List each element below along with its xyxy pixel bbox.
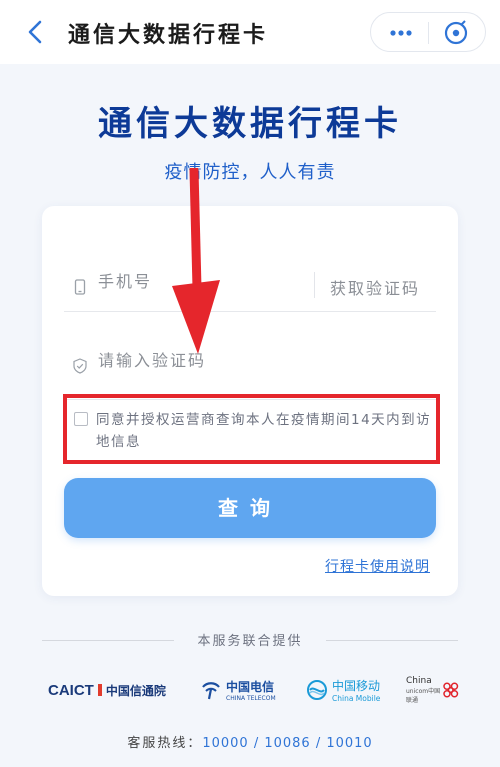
shield-check-icon [73, 358, 87, 374]
more-button[interactable] [379, 17, 423, 49]
query-button[interactable]: 查询 [64, 478, 436, 538]
china-mobile-logo: 中国移动 China Mobile [306, 670, 380, 710]
provider-logos: CAICT 中国信通院 中国电信 CHINA TELECOM 中国移动 Chin… [40, 670, 460, 710]
telecom-en: CHINA TELECOM [226, 695, 276, 702]
unicom-name: China [406, 676, 432, 686]
page-subtitle: 疫情防控，人人有责 [164, 162, 336, 183]
help-link[interactable]: 行程卡使用说明 [325, 556, 430, 576]
provider-section: 本服务联合提供 [42, 630, 458, 650]
annotation-highlight-box [63, 394, 440, 464]
caict-accent [97, 684, 102, 696]
phone-icon [74, 279, 86, 295]
caict-abbr: CAICT [48, 681, 94, 699]
china-telecom-logo: 中国电信 CHINA TELECOM [200, 670, 276, 710]
page-title: 通信大数据行程卡 [98, 104, 402, 144]
close-mini-program-button[interactable] [434, 17, 478, 49]
get-code-button[interactable]: 获取验证码 [330, 275, 420, 299]
unicom-en: unicom中国联通 [406, 688, 441, 704]
china-unicom-logo: China unicom中国联通 [404, 670, 460, 710]
mini-program-capsule [370, 12, 486, 52]
hotline-label: 客服热线： [127, 736, 203, 751]
unicom-knot-icon [442, 682, 458, 698]
phone-field: 获取验证码 [64, 224, 436, 312]
field-separator [314, 272, 315, 298]
hotline-numbers[interactable]: 10000 / 10086 / 10010 [202, 736, 372, 751]
hotline: 客服热线：10000 / 10086 / 10010 [0, 732, 500, 751]
code-field [64, 312, 436, 400]
close-target-icon [444, 20, 468, 45]
annotation-arrow [172, 168, 220, 354]
caict-logo: CAICT 中国信通院 [48, 670, 166, 710]
provider-divider-right [326, 640, 458, 641]
navbar: 通信大数据行程卡 [0, 0, 500, 64]
chevron-left-icon [28, 20, 42, 44]
caict-name: 中国信通院 [105, 683, 166, 698]
more-dots-icon [390, 30, 412, 36]
mobile-name: 中国移动 [332, 679, 381, 693]
mobile-swirl-icon [307, 680, 327, 700]
back-button[interactable] [22, 18, 50, 46]
mobile-en: China Mobile [332, 694, 381, 703]
capsule-divider [428, 22, 429, 44]
telecom-name: 中国电信 [226, 680, 275, 694]
nav-title: 通信大数据行程卡 [68, 23, 269, 48]
telecom-swirl-icon [202, 682, 220, 700]
